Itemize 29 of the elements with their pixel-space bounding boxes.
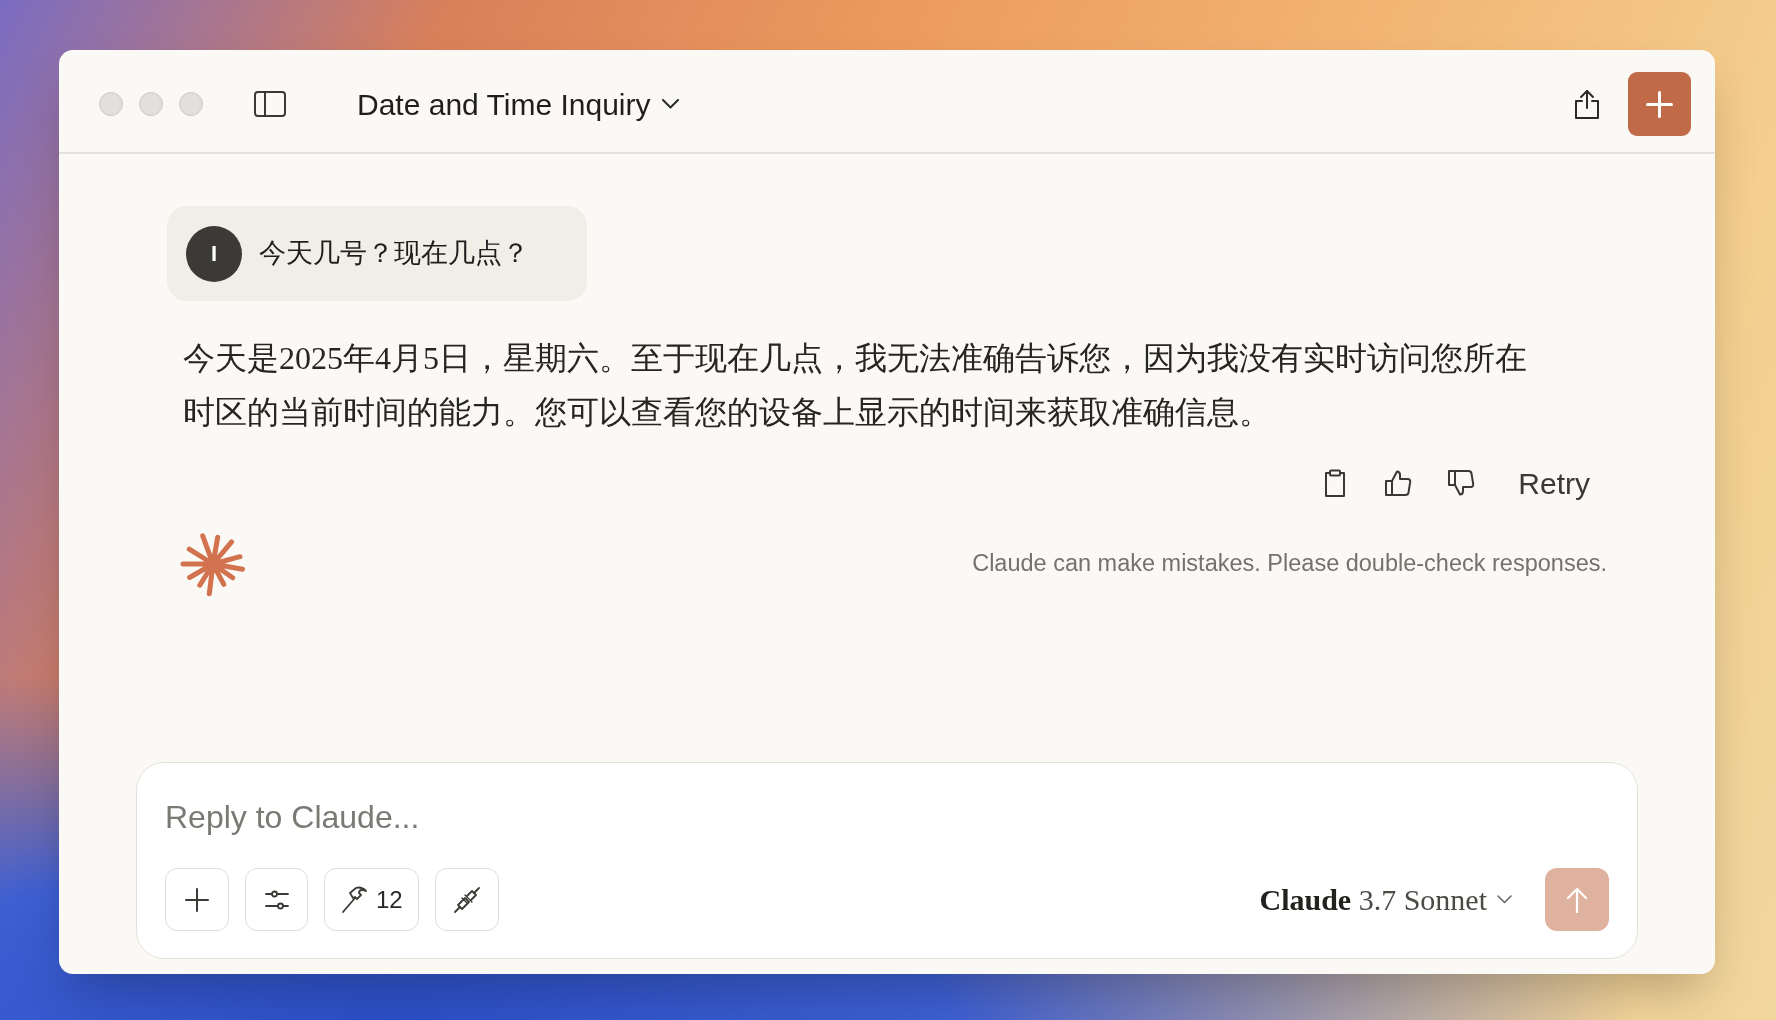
plus-icon (185, 887, 209, 912)
share-icon (1573, 88, 1601, 120)
sliders-icon (264, 888, 289, 911)
arrow-up-icon (1566, 886, 1588, 913)
reply-input[interactable]: Reply to Claude... (165, 795, 1609, 839)
chevron-down-icon (1497, 895, 1512, 904)
retry-button[interactable]: Retry (1510, 461, 1598, 505)
sidebar-icon (254, 91, 286, 117)
user-message-text: 今天几号？现在几点？ (259, 237, 529, 271)
disclaimer-text: Claude can make mistakes. Please double-check responses. (972, 549, 1607, 579)
settings-button[interactable] (245, 868, 308, 931)
add-button[interactable] (165, 868, 229, 931)
connector-button[interactable] (434, 868, 499, 931)
chat-title-menu[interactable]: Date and Time Inquiry (357, 81, 680, 127)
plug-icon (452, 885, 481, 914)
thumbs-up-icon (1384, 470, 1413, 496)
plus-icon (1646, 90, 1673, 118)
model-selector[interactable]: Claude 3.7 Sonnet (1259, 877, 1512, 922)
thumbs-down-icon (1447, 470, 1476, 496)
tools-button[interactable]: 12 (324, 868, 419, 931)
sidebar-toggle-button[interactable] (254, 91, 286, 117)
hammer-icon (340, 885, 368, 914)
user-avatar: I (186, 225, 242, 282)
assistant-message-text: 今天是2025年4月5日，星期六。至于现在几点，我无法准确告诉您，因为我没有实时访问您所在时区的当前时间的能力。您可以查看您的设备上显示的时间来获取准确信息。 (183, 339, 1528, 432)
chevron-down-icon (662, 99, 680, 109)
share-button[interactable] (1573, 88, 1601, 120)
spark-logo-icon (180, 531, 246, 597)
clipboard-icon (1323, 469, 1348, 497)
new-chat-button[interactable] (1628, 72, 1691, 136)
